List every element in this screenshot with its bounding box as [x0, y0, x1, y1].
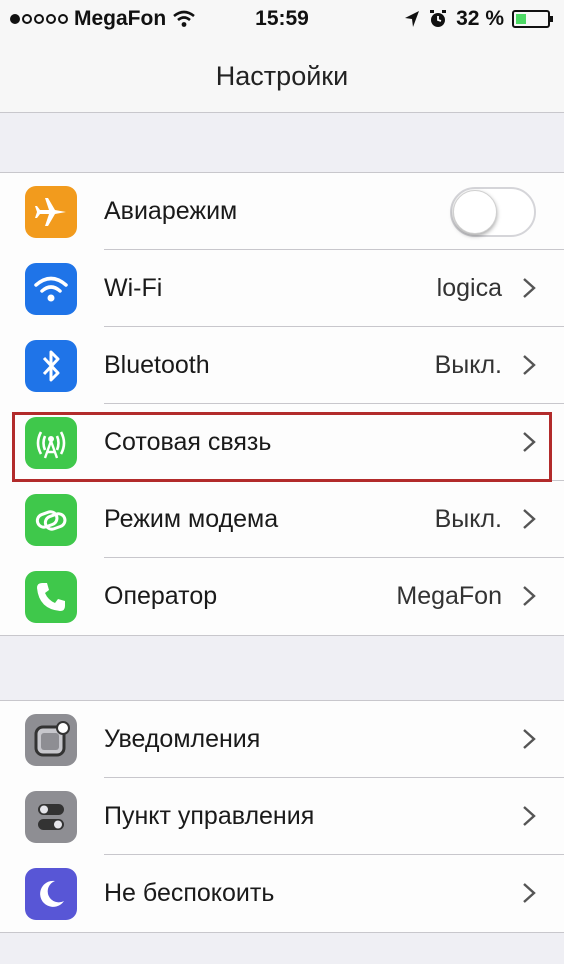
- moon-icon: [25, 868, 77, 920]
- airplane-mode-toggle[interactable]: [450, 187, 536, 237]
- control-center-icon: [25, 791, 77, 843]
- settings-row-label: Режим модема: [104, 505, 279, 533]
- settings-row-value: logica: [436, 274, 502, 302]
- settings-row-personal-hotspot[interactable]: Режим модема Выкл.: [0, 481, 564, 558]
- settings-row-label: Сотовая связь: [104, 428, 272, 456]
- hotspot-chain-icon: [25, 494, 77, 546]
- settings-row-label: Не беспокоить: [104, 879, 275, 907]
- settings-row-carrier[interactable]: Оператор MegaFon: [0, 558, 564, 635]
- airplane-icon: [25, 186, 77, 238]
- wifi-icon: [25, 263, 77, 315]
- battery-fill: [516, 14, 526, 24]
- settings-row-label: Уведомления: [104, 725, 261, 753]
- notifications-icon: [25, 714, 77, 766]
- settings-row-airplane-mode[interactable]: Авиарежим: [0, 173, 564, 250]
- settings-group-connectivity: Авиарежим Wi-Fi logica Bluetooth Выкл. С…: [0, 172, 564, 636]
- settings-row-label: Bluetooth: [104, 351, 210, 379]
- chevron-right-icon: [523, 509, 536, 529]
- bluetooth-icon: [25, 340, 77, 392]
- chevron-right-icon: [523, 278, 536, 298]
- settings-row-control-center[interactable]: Пункт управления: [0, 778, 564, 855]
- settings-row-cellular[interactable]: Сотовая связь: [0, 404, 564, 481]
- status-bar: MegaFon 15:59 32 %: [0, 0, 564, 40]
- chevron-right-icon: [523, 586, 536, 606]
- settings-row-bluetooth[interactable]: Bluetooth Выкл.: [0, 327, 564, 404]
- chevron-right-icon: [523, 806, 536, 826]
- settings-row-value: Выкл.: [434, 351, 502, 379]
- battery-percent: 32 %: [456, 7, 504, 30]
- chevron-right-icon: [523, 729, 536, 749]
- settings-group-system: Уведомления Пункт управления Не беспокои…: [0, 700, 564, 933]
- settings-row-notifications[interactable]: Уведомления: [0, 701, 564, 778]
- status-right: 32 %: [404, 7, 553, 31]
- location-arrow-icon: [405, 11, 420, 27]
- nav-bar: Настройки: [0, 40, 564, 113]
- battery-icon: [512, 10, 553, 28]
- settings-row-wifi[interactable]: Wi-Fi logica: [0, 250, 564, 327]
- alarm-icon: [430, 10, 447, 27]
- settings-row-value: Выкл.: [434, 505, 502, 533]
- chevron-right-icon: [523, 355, 536, 375]
- chevron-right-icon: [523, 883, 536, 903]
- phone-icon: [25, 571, 77, 623]
- settings-row-label: Wi-Fi: [104, 274, 163, 302]
- settings-row-label: Авиарежим: [104, 197, 238, 225]
- settings-row-do-not-disturb[interactable]: Не беспокоить: [0, 855, 564, 932]
- cellular-antenna-icon: [25, 417, 77, 469]
- chevron-right-icon: [523, 432, 536, 452]
- toggle-knob: [453, 190, 497, 234]
- settings-row-value: MegaFon: [396, 582, 502, 610]
- settings-row-label: Пункт управления: [104, 802, 315, 830]
- page-title: Настройки: [215, 60, 349, 91]
- settings-row-label: Оператор: [104, 582, 218, 610]
